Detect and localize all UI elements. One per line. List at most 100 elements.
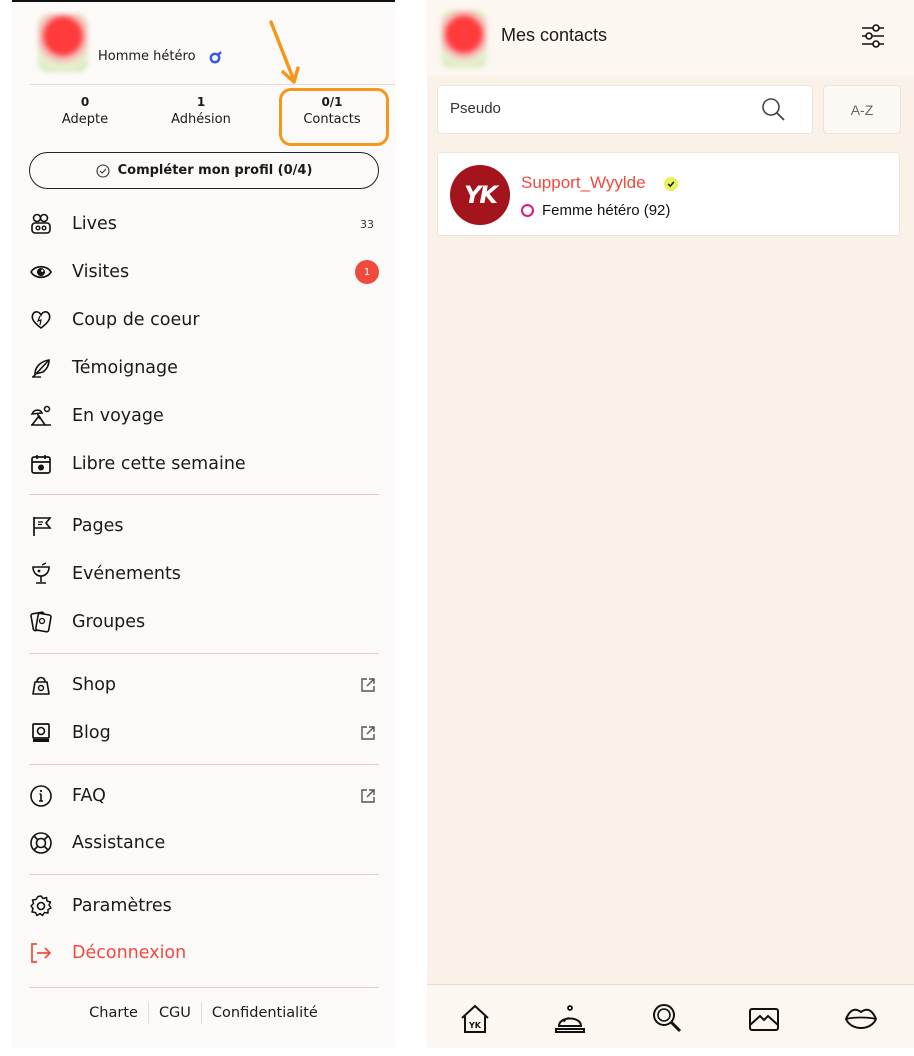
menu-label: Déconnexion	[72, 943, 187, 963]
heart-icon	[29, 307, 57, 333]
bell-icon[interactable]	[552, 1001, 588, 1037]
top-border	[12, 0, 395, 2]
profile-avatar[interactable]	[38, 14, 88, 72]
sort-az-button[interactable]: A-Z	[823, 85, 901, 134]
cocktail-icon	[29, 561, 57, 587]
external-link-icon	[361, 678, 375, 692]
footer-link-cgu[interactable]: CGU	[159, 1005, 191, 1021]
footer-link-confidentialite[interactable]: Confidentialité	[212, 1005, 318, 1021]
lives-icon	[29, 211, 57, 237]
search-icon[interactable]	[760, 96, 786, 122]
menu-divider	[29, 987, 379, 988]
cards-icon	[29, 609, 57, 635]
menu-label: Blog	[72, 723, 111, 743]
menu-item-coup-de-coeur[interactable]: Coup de coeur	[29, 305, 379, 335]
menu-label: Visites	[72, 262, 130, 282]
menu-label: Témoignage	[72, 358, 178, 378]
mail-icon[interactable]	[746, 1001, 782, 1037]
menu-divider	[29, 764, 379, 765]
menu-item-en-voyage[interactable]: En voyage	[29, 401, 379, 431]
contact-orientation: Femme hétéro (92)	[521, 202, 670, 219]
user-avatar[interactable]	[441, 10, 487, 68]
lifebuoy-icon	[29, 830, 57, 856]
menu-label: Evénements	[72, 564, 181, 584]
menu-label: Libre cette semaine	[72, 454, 246, 474]
contact-orientation-label: Femme hétéro (92)	[542, 202, 671, 219]
flag-icon	[29, 513, 57, 539]
calendar-icon	[29, 451, 57, 477]
menu-item-groupes[interactable]: Groupes	[29, 607, 379, 637]
menu-label: Lives	[72, 214, 117, 234]
gear-icon	[29, 893, 57, 919]
bottom-nav: YK	[427, 984, 914, 1048]
eye-icon	[29, 259, 57, 285]
sidebar: Homme hétéro 0 Adepte 1 Adhésion 0/1 Con…	[12, 0, 395, 1048]
menu-item-faq[interactable]: FAQ	[29, 781, 379, 811]
menu-item-evenements[interactable]: Evénements	[29, 559, 379, 589]
blog-icon	[29, 720, 57, 746]
menu-item-parametres[interactable]: Paramètres	[29, 891, 379, 921]
footer-separator	[147, 1002, 149, 1024]
menu-item-deconnexion[interactable]: Déconnexion	[29, 938, 379, 968]
verified-check-icon	[664, 177, 678, 191]
search-box	[437, 85, 813, 134]
footer-links: Charte CGU Confidentialité	[12, 1002, 395, 1024]
complete-profile-label: Compléter mon profil (0/4)	[117, 163, 313, 178]
menu-label: Assistance	[72, 833, 166, 853]
shop-bag-icon	[29, 672, 57, 698]
menu-item-lives[interactable]: Lives 33	[29, 209, 379, 239]
stat-adepte[interactable]: 0 Adepte	[45, 95, 125, 127]
menu-label: FAQ	[72, 786, 106, 806]
contact-card[interactable]: YK Support_Wyylde Femme hétéro (92)	[437, 152, 900, 236]
complete-profile-button[interactable]: Compléter mon profil (0/4)	[29, 152, 379, 189]
male-symbol-icon	[209, 51, 222, 64]
menu-item-pages[interactable]: Pages	[29, 511, 379, 541]
stat-value: 0	[80, 95, 90, 109]
menu-item-temoignage[interactable]: Témoignage	[29, 353, 379, 383]
contact-avatar[interactable]: YK	[450, 165, 510, 225]
home-icon[interactable]: YK	[457, 1001, 493, 1037]
footer-link-charte[interactable]: Charte	[89, 1005, 138, 1021]
menu-label: Shop	[72, 675, 117, 695]
female-ring-icon	[521, 204, 534, 217]
profile-orientation: Homme hétéro	[98, 49, 196, 64]
stat-adhesion[interactable]: 1 Adhésion	[161, 95, 241, 127]
menu-item-blog[interactable]: Blog	[29, 718, 379, 748]
check-circle-icon	[96, 163, 110, 178]
stat-label: Adepte	[61, 112, 109, 127]
stat-label: Adhésion	[171, 112, 231, 127]
menu-label: Groupes	[72, 612, 146, 632]
menu-item-visites[interactable]: Visites 1	[29, 257, 379, 287]
feather-icon	[29, 355, 57, 381]
search-input[interactable]	[450, 100, 750, 117]
footer-separator	[200, 1002, 202, 1024]
orange-arrow-icon	[269, 20, 300, 84]
menu-label: Paramètres	[72, 896, 172, 916]
search-nav-icon[interactable]	[649, 1001, 685, 1037]
contacts-highlight-box	[279, 88, 389, 146]
lips-icon[interactable]	[843, 1001, 879, 1037]
visits-badge: 1	[355, 260, 379, 284]
lives-count: 33	[360, 217, 374, 231]
filter-sliders-icon[interactable]	[859, 22, 887, 50]
beach-icon	[29, 403, 57, 429]
contact-name[interactable]: Support_Wyylde	[521, 173, 646, 193]
logout-icon	[29, 940, 57, 966]
external-link-icon	[361, 726, 375, 740]
main-panel: Mes contacts A-Z YK Support_Wyylde Femme…	[427, 0, 914, 1048]
menu-item-libre-cette-semaine[interactable]: Libre cette semaine	[29, 449, 379, 479]
menu-item-shop[interactable]: Shop	[29, 670, 379, 700]
page-title: Mes contacts	[501, 25, 608, 45]
menu-label: En voyage	[72, 406, 164, 426]
menu-label: Coup de coeur	[72, 310, 200, 330]
stat-value: 1	[196, 95, 206, 109]
menu-divider	[29, 874, 379, 875]
stats-row: 0 Adepte 1 Adhésion 0/1 Contacts	[30, 84, 395, 148]
menu-divider	[29, 653, 379, 654]
external-link-icon	[361, 789, 375, 803]
svg-text:YK: YK	[468, 1021, 482, 1030]
menu-item-assistance[interactable]: Assistance	[29, 828, 379, 858]
menu-divider	[29, 494, 379, 495]
info-icon	[29, 783, 57, 809]
top-bar: Mes contacts	[427, 0, 914, 75]
